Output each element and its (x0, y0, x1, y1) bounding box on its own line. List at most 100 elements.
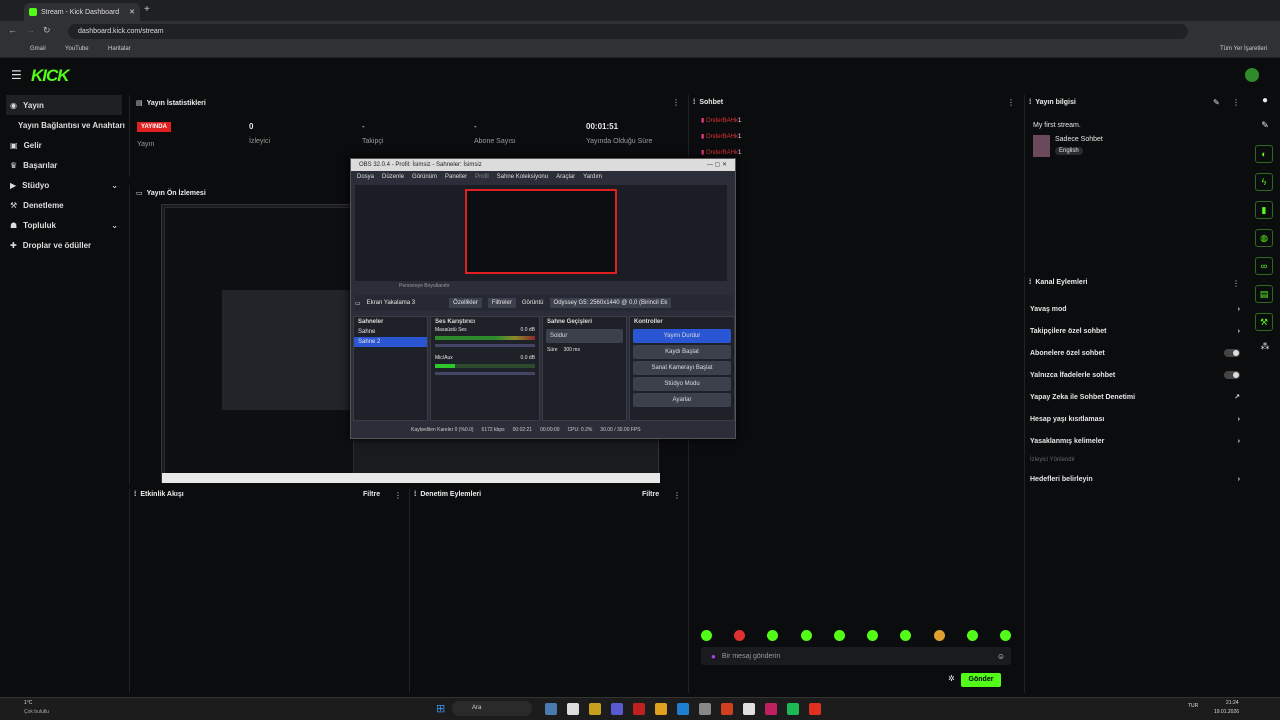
obs-canvas[interactable] (355, 185, 727, 281)
app-icon[interactable] (721, 703, 733, 715)
folder-icon[interactable] (589, 703, 601, 715)
app-icon[interactable] (633, 703, 645, 715)
start-virtual-camera-button[interactable]: Sanal Kamerayı Başlat (633, 361, 731, 375)
transition-select[interactable]: Soldur (546, 329, 623, 343)
link-icon[interactable]: ∞ (1255, 257, 1273, 275)
record-dot-icon[interactable]: ● (1255, 95, 1275, 106)
obs-menu-item[interactable]: Görünüm (412, 174, 437, 180)
url-field[interactable]: dashboard.kick.com/stream (68, 24, 1188, 39)
edge-icon[interactable] (677, 703, 689, 715)
mod-filter-button[interactable]: Filtre (642, 491, 659, 498)
emoji-icon[interactable]: ☺ (997, 652, 1005, 661)
account-age-item[interactable]: Hesap yaşı kısıtlaması › (1030, 408, 1240, 430)
menu-icon[interactable]: ☰ (11, 68, 22, 82)
more-icon[interactable]: ⋮ (1232, 98, 1240, 107)
weather-temp[interactable]: 1°C (24, 700, 32, 706)
obs-menu-item[interactable]: Yardım (583, 174, 602, 180)
obs-titlebar[interactable]: OBS 32.0.4 - Profil: İsimsiz - Sahneler:… (351, 159, 735, 171)
sidebar-item-achievements[interactable]: ♛ Başarılar (0, 155, 128, 175)
obs-menu-item[interactable]: Paneller (445, 174, 467, 180)
bolt-icon[interactable]: ϟ (1255, 173, 1273, 191)
obs-menu-item[interactable]: Araçlar (556, 174, 575, 180)
obs-menu-item[interactable]: Dosya (357, 174, 374, 180)
more-icon[interactable]: ⋮ (1007, 98, 1015, 107)
studio-mode-button[interactable]: Stüdyo Modu (633, 377, 731, 391)
app-icon[interactable] (567, 703, 579, 715)
emote-icon[interactable] (800, 630, 812, 641)
emote-icon[interactable] (900, 630, 912, 641)
gear-icon[interactable]: ✲ (948, 674, 955, 683)
settings-icon[interactable] (699, 703, 711, 715)
bookmark-gmail[interactable]: Gmail (30, 46, 46, 52)
emote-icon[interactable] (933, 630, 945, 641)
more-icon[interactable]: ⋮ (673, 491, 681, 500)
edit-icon[interactable]: ✎ (1213, 98, 1220, 107)
emote-icon[interactable] (701, 630, 712, 641)
more-icon[interactable]: ⋮ (394, 491, 402, 500)
emote-icon[interactable] (734, 630, 746, 641)
more-icon[interactable]: ⋮ (672, 98, 680, 107)
more-icon[interactable]: ⋮ (1232, 279, 1240, 288)
obs-display-select[interactable]: Odyssey G5: 2560x1440 @ 0,0 (Birincil Ek (549, 298, 672, 308)
clock-time[interactable]: 21:24 (1226, 700, 1239, 706)
kick-logo[interactable]: KICK (31, 66, 70, 86)
add-widget-icon[interactable]: ⁂ (1255, 341, 1275, 352)
emote-icon[interactable] (833, 630, 845, 641)
chrome-icon[interactable] (743, 703, 755, 715)
new-tab-icon[interactable]: + (144, 4, 150, 15)
emote-only-toggle[interactable] (1224, 371, 1240, 379)
mic-volume-slider[interactable] (435, 372, 535, 375)
emote-only-item[interactable]: Yalnızca İfadelerle sohbet (1030, 364, 1240, 386)
emote-icon[interactable] (867, 630, 879, 641)
card-icon[interactable]: ▤ (1255, 285, 1273, 303)
sidebar-item-moderation[interactable]: ⚒ Denetleme (0, 195, 128, 215)
ai-moderation-item[interactable]: Yapay Zeka ile Sohbet Denetimi ↗ (1030, 386, 1240, 408)
settings-button[interactable]: Ayarlar (633, 393, 731, 407)
desktop-volume-slider[interactable] (435, 344, 535, 347)
obs-window[interactable]: OBS 32.0.4 - Profil: İsimsiz - Sahneler:… (350, 158, 736, 439)
browser-tab[interactable]: Stream - Kick Dashboard ✕ (24, 3, 140, 21)
close-icon[interactable]: ✕ (129, 8, 135, 16)
sidebar-item-drops[interactable]: ✚ Droplar ve ödüller (0, 235, 128, 255)
reload-icon[interactable]: ↻ (43, 25, 51, 36)
set-targets-item[interactable]: Hedefleri belirleyin › (1030, 468, 1240, 490)
app-icon[interactable] (611, 703, 623, 715)
category-name[interactable]: Sadece Sohbet (1055, 136, 1103, 143)
obs-icon[interactable] (809, 703, 821, 715)
hammer-icon[interactable]: ⚒ (1255, 313, 1273, 331)
sidebar-item-community[interactable]: ☗ Topluluk ⌄ (0, 215, 128, 235)
followers-only-item[interactable]: Takipçilere özel sohbet › (1030, 320, 1240, 342)
sidebar-item-stream-key[interactable]: Yayın Bağlantısı ve Anahtarı (0, 115, 128, 135)
obs-menu-item[interactable]: Profil (475, 174, 489, 180)
back-icon[interactable]: ← (8, 25, 17, 35)
chat-bubble-icon[interactable]: ◍ (1255, 229, 1273, 247)
send-button[interactable]: Gönder (961, 673, 1001, 687)
bookmark-youtube[interactable]: YouTube (65, 46, 89, 52)
obs-properties-button[interactable]: Özellikler (449, 298, 482, 308)
language-indicator[interactable]: TUR (1188, 703, 1198, 709)
forward-icon[interactable]: → (26, 25, 35, 35)
edit-icon[interactable]: ✎ (1255, 120, 1275, 131)
taskbar-search[interactable]: Ara (452, 701, 532, 716)
chat-input[interactable]: ● Bir mesaj gönderin ☺ (701, 647, 1011, 665)
avatar[interactable] (1245, 68, 1259, 82)
scene-item[interactable]: Sahne 2 (354, 337, 427, 347)
sidebar-item-income[interactable]: ▣ Gelir (0, 135, 128, 155)
slow-mode-item[interactable]: Yavaş mod › (1030, 298, 1240, 320)
camera-icon[interactable]: ◐ (1255, 145, 1273, 163)
scene-item[interactable]: Sahne (354, 327, 427, 337)
clip-icon[interactable]: ▮ (1255, 201, 1273, 219)
subs-only-toggle[interactable] (1224, 349, 1240, 357)
obs-menu-item[interactable]: Düzenle (382, 174, 404, 180)
stop-stream-button[interactable]: Yayını Durdur (633, 329, 731, 343)
emote-icon[interactable] (966, 630, 978, 641)
app-icon[interactable] (765, 703, 777, 715)
activity-filter-button[interactable]: Filtre (363, 491, 380, 498)
obs-zoom-select[interactable]: Pencereye Boyutlandır (399, 283, 450, 289)
all-bookmarks[interactable]: Tüm Yer İşaretleri (1220, 46, 1267, 52)
start-recording-button[interactable]: Kaydı Başlat (633, 345, 731, 359)
obs-menu-item[interactable]: Sahne Koleksiyonu (497, 174, 548, 180)
duration-field[interactable]: 300 ms (564, 347, 580, 353)
subs-only-item[interactable]: Abonelere özel sohbet (1030, 342, 1240, 364)
folder-icon[interactable] (655, 703, 667, 715)
